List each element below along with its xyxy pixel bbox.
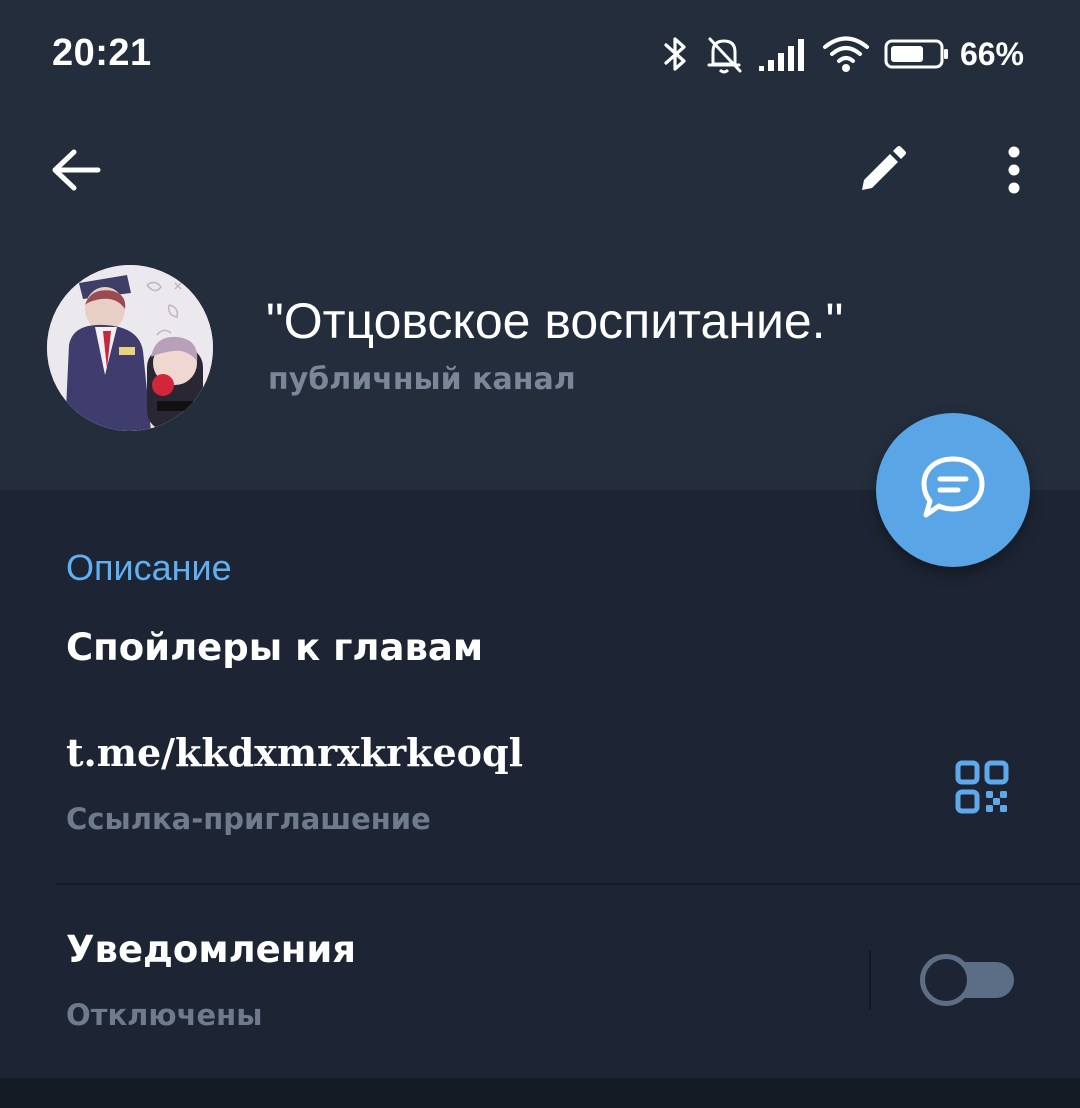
qr-code-button[interactable] [945, 752, 1019, 826]
channel-info-screen: 20:21 66% "Отцовское воспитание." публич… [0, 0, 1080, 1108]
vertical-separator [869, 950, 871, 1010]
bluetooth-icon [662, 34, 690, 74]
status-time: 20:21 [52, 32, 152, 74]
pencil-icon [858, 146, 906, 198]
discuss-fab-button[interactable] [876, 413, 1030, 567]
divider [56, 883, 1080, 885]
notifications-toggle[interactable] [920, 954, 1016, 1006]
invite-link-label: Ссылка-приглашение [66, 802, 431, 836]
channel-avatar[interactable] [47, 265, 213, 431]
bottom-strip [0, 1078, 1080, 1108]
status-icons: 66% [662, 30, 1024, 78]
qr-code-icon [955, 760, 1009, 818]
info-section: Описание Спойлеры к главам t.me/kkdxmrxk… [0, 490, 1080, 1078]
channel-title: "Отцовское воспитание." [266, 293, 844, 349]
notifications-status: Отключены [66, 998, 263, 1032]
more-vertical-icon [1007, 146, 1021, 198]
toggle-knob [920, 954, 972, 1006]
status-bar: 20:21 66% [0, 0, 1080, 110]
more-options-button[interactable] [974, 132, 1054, 212]
channel-description[interactable]: Спойлеры к главам [66, 626, 483, 669]
profile-header: 20:21 66% "Отцовское воспитание." публич… [0, 0, 1080, 490]
signal-icon [758, 36, 808, 72]
arrow-left-icon [50, 148, 102, 196]
channel-subtitle: публичный канал [268, 362, 576, 397]
avatar-image [47, 265, 213, 431]
toolbar [0, 118, 1080, 228]
bell-off-icon [704, 33, 744, 75]
battery-percent: 66% [959, 35, 1024, 72]
back-button[interactable] [36, 132, 116, 212]
edit-button[interactable] [842, 132, 922, 212]
wifi-icon [822, 34, 870, 74]
chat-bubble-icon [918, 453, 988, 527]
section-heading: Описание [66, 547, 232, 588]
invite-link[interactable]: t.me/kkdxmrxkrkeoql [66, 730, 523, 775]
battery-icon [884, 37, 950, 71]
notifications-title[interactable]: Уведомления [66, 928, 356, 971]
